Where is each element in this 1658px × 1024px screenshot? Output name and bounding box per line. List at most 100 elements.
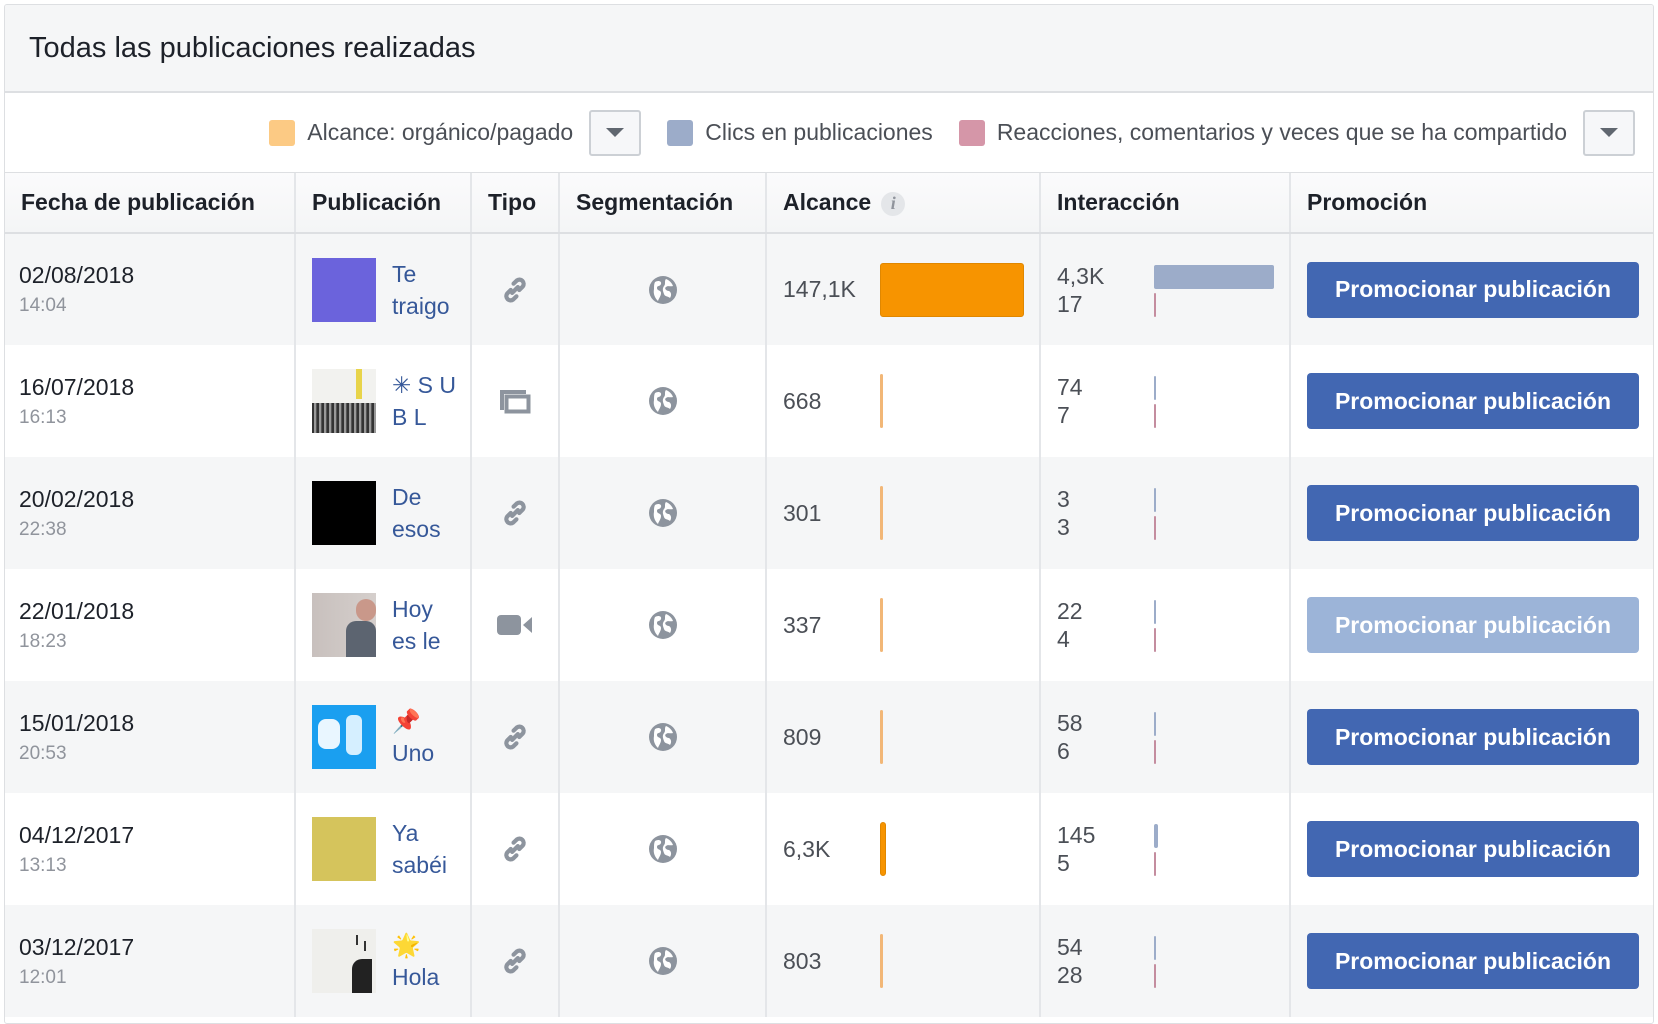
col-header-type[interactable]: Tipo bbox=[471, 173, 560, 234]
panel-header: Todas las publicaciones realizadas bbox=[5, 5, 1653, 93]
reactions-value: 5 bbox=[1057, 850, 1070, 876]
promote-post-button[interactable]: Promocionar publicación bbox=[1307, 821, 1639, 877]
link-icon bbox=[472, 832, 558, 866]
post-time: 12:01 bbox=[19, 966, 67, 988]
reach-cell: 803 bbox=[766, 905, 1041, 1017]
globe-icon bbox=[560, 275, 765, 305]
globe-icon bbox=[560, 610, 765, 640]
reach-metric-dropdown[interactable] bbox=[589, 109, 642, 156]
publication-cell[interactable]: ✳ S U B L bbox=[295, 345, 472, 457]
post-title-link[interactable]: De esos bbox=[392, 481, 462, 545]
clicks-bar bbox=[1154, 376, 1156, 400]
reach-bar bbox=[880, 934, 883, 988]
legend-reach: Alcance: orgánico/pagado bbox=[269, 119, 573, 146]
promotion-cell: Promocionar publicación bbox=[1290, 345, 1653, 457]
publication-cell[interactable]: 🌟 Hola bbox=[295, 905, 472, 1017]
post-date: 03/12/2017 bbox=[19, 933, 135, 960]
reach-cell: 147,1K bbox=[766, 233, 1041, 345]
post-title-link[interactable]: 🌟 Hola bbox=[392, 929, 462, 993]
publication-cell[interactable]: 📌 Uno bbox=[295, 681, 472, 793]
reactions-value: 3 bbox=[1057, 514, 1070, 540]
reach-bar bbox=[880, 822, 886, 876]
clicks-value: 22 bbox=[1057, 598, 1083, 624]
post-time: 20:53 bbox=[19, 742, 67, 764]
reach-cell: 809 bbox=[766, 681, 1041, 793]
reactions-value: 28 bbox=[1057, 962, 1083, 988]
publication-cell[interactable]: De esos bbox=[295, 457, 472, 569]
globe-icon bbox=[560, 722, 765, 752]
promote-post-button[interactable]: Promocionar publicación bbox=[1307, 709, 1639, 765]
interaction-cell: 54 28 bbox=[1040, 905, 1291, 1017]
reach-value: 301 bbox=[783, 499, 822, 526]
post-time: 16:13 bbox=[19, 406, 67, 428]
table-row: 22/01/2018 18:23 Hoy es le 337 22 4 Promociona… bbox=[5, 569, 1653, 681]
publication-cell[interactable]: Te traigo bbox=[295, 233, 472, 345]
col-header-date[interactable]: Fecha de publicación bbox=[5, 173, 296, 234]
post-thumbnail[interactable] bbox=[312, 369, 376, 433]
type-cell bbox=[471, 345, 560, 457]
publication-cell[interactable]: Ya sabéi bbox=[295, 793, 472, 905]
legend-reactions: Reacciones, comentarios y veces que se h… bbox=[958, 119, 1567, 146]
col-header-reach-label: Alcance bbox=[783, 189, 872, 215]
promotion-cell: Promocionar publicación bbox=[1290, 905, 1653, 1017]
col-header-publication[interactable]: Publicación bbox=[295, 173, 472, 234]
post-thumbnail[interactable] bbox=[312, 705, 376, 769]
promote-post-button[interactable]: Promocionar publicación bbox=[1307, 597, 1639, 653]
date-cell: 16/07/2018 16:13 bbox=[5, 345, 296, 457]
publication-cell[interactable]: Hoy es le bbox=[295, 569, 472, 681]
date-cell: 15/01/2018 20:53 bbox=[5, 681, 296, 793]
video-icon bbox=[472, 613, 558, 637]
globe-icon bbox=[560, 498, 765, 528]
post-thumbnail[interactable] bbox=[312, 817, 376, 881]
interaction-metric-dropdown[interactable] bbox=[1583, 109, 1635, 156]
promote-post-button[interactable]: Promocionar publicación bbox=[1307, 485, 1639, 541]
post-date: 02/08/2018 bbox=[19, 262, 135, 288]
reach-cell: 301 bbox=[766, 457, 1041, 569]
post-thumbnail[interactable] bbox=[312, 593, 376, 657]
promote-post-button[interactable]: Promocionar publicación bbox=[1307, 373, 1639, 429]
promote-post-button[interactable]: Promocionar publicación bbox=[1307, 933, 1639, 989]
clicks-bar bbox=[1154, 712, 1156, 736]
post-title-link[interactable]: ✳ S U B L bbox=[392, 369, 462, 433]
type-cell bbox=[471, 233, 560, 345]
legend-clicks-label: Clics en publicaciones bbox=[705, 119, 933, 145]
link-icon bbox=[472, 720, 558, 754]
reactions-value: 17 bbox=[1057, 290, 1083, 317]
post-time: 14:04 bbox=[19, 295, 67, 316]
info-icon[interactable]: i bbox=[881, 191, 906, 216]
promote-post-button[interactable]: Promocionar publicación bbox=[1307, 261, 1639, 318]
post-title-link[interactable]: Ya sabéi bbox=[392, 817, 462, 881]
clicks-value: 4,3K bbox=[1057, 262, 1105, 289]
legend-reactions-label: Reacciones, comentarios y veces que se h… bbox=[996, 119, 1567, 145]
globe-icon bbox=[560, 386, 765, 416]
date-cell: 03/12/2017 12:01 bbox=[5, 905, 296, 1017]
interaction-cell: 22 4 bbox=[1040, 569, 1291, 681]
clicks-bar bbox=[1154, 600, 1156, 624]
post-title-link[interactable]: 📌 Uno bbox=[392, 705, 462, 769]
post-date: 20/02/2018 bbox=[19, 485, 135, 512]
col-header-reach[interactable]: Alcance i bbox=[766, 173, 1041, 234]
table-row: 16/07/2018 16:13 ✳ S U B L 668 74 7 Promociona… bbox=[5, 345, 1653, 457]
type-cell bbox=[471, 457, 560, 569]
post-thumbnail[interactable] bbox=[312, 929, 376, 993]
reach-cell: 337 bbox=[766, 569, 1041, 681]
col-header-interaction[interactable]: Interacción bbox=[1040, 173, 1291, 234]
promotion-cell: Promocionar publicación bbox=[1290, 569, 1653, 681]
targeting-cell bbox=[559, 569, 767, 681]
post-title-link[interactable]: Hoy es le bbox=[392, 593, 462, 657]
targeting-cell bbox=[559, 345, 767, 457]
interaction-cell: 58 6 bbox=[1040, 681, 1291, 793]
clicks-value: 54 bbox=[1057, 934, 1083, 960]
table-row: 03/12/2017 12:01 🌟 Hola 803 54 28 Promocionar … bbox=[5, 905, 1653, 1017]
targeting-cell bbox=[559, 905, 767, 1017]
clicks-value: 145 bbox=[1057, 822, 1096, 848]
clicks-bar bbox=[1154, 824, 1158, 848]
post-thumbnail[interactable] bbox=[312, 481, 376, 545]
col-header-targeting[interactable]: Segmentación bbox=[559, 173, 767, 234]
post-thumbnail[interactable] bbox=[312, 257, 376, 322]
globe-icon bbox=[560, 834, 765, 864]
post-title-link[interactable]: Te traigo bbox=[392, 258, 462, 322]
reactions-value: 6 bbox=[1057, 738, 1070, 764]
table-row: 20/02/2018 22:38 De esos 301 3 3 Promocionar p… bbox=[5, 457, 1653, 569]
interaction-cell: 33 bbox=[1040, 457, 1291, 569]
